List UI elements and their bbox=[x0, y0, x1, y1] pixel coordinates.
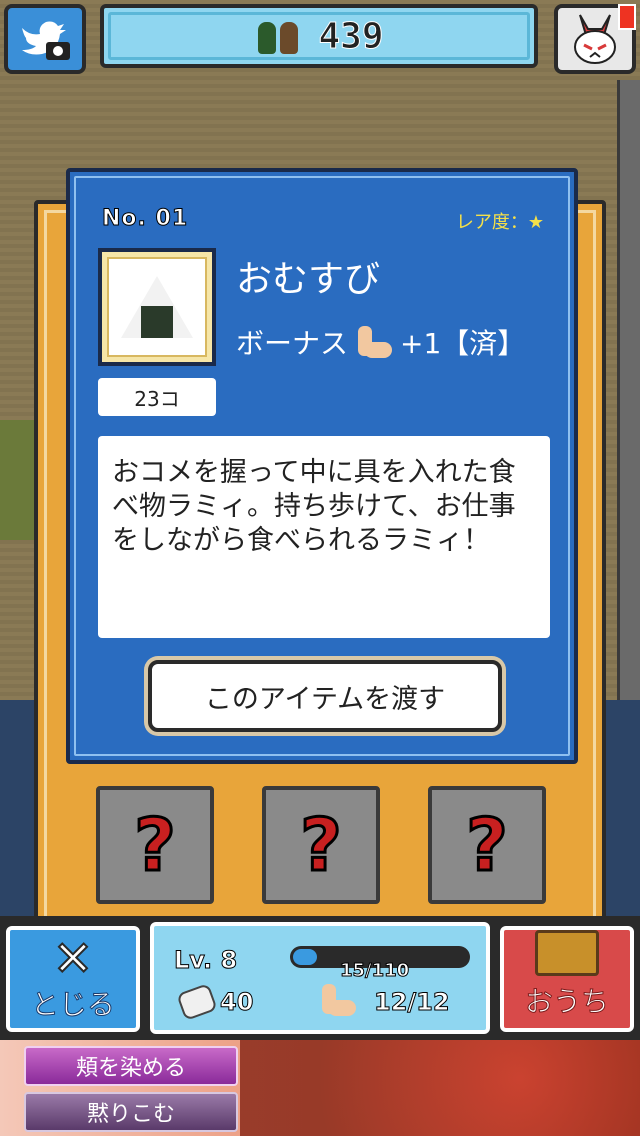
home-button[interactable]: おうち bbox=[500, 926, 634, 1032]
bonus-row: ボーナス +1【済】 bbox=[236, 322, 525, 362]
ad-choice-button-1[interactable]: 頬を染める bbox=[24, 1046, 238, 1086]
empty-slot-3[interactable]: ? bbox=[428, 786, 546, 904]
notification-badge bbox=[618, 4, 636, 30]
item-quantity: 23コ bbox=[98, 378, 216, 416]
bonus-value: +1【済】 bbox=[400, 327, 526, 360]
player-status-panel: Lv. 8 15/110 40 12/12 bbox=[150, 922, 490, 1034]
player-level: Lv. 8 bbox=[173, 946, 238, 975]
villagers-icon bbox=[254, 18, 304, 54]
close-icon: ✕ bbox=[52, 931, 94, 987]
item-number: No. 01 bbox=[101, 206, 189, 232]
empty-slot-1[interactable]: ? bbox=[96, 786, 214, 904]
muscle-arm-icon bbox=[318, 982, 358, 1018]
twitter-share-button[interactable] bbox=[4, 4, 86, 74]
ad-choice-button-2[interactable]: 黙りこむ bbox=[24, 1092, 238, 1132]
ad-banner[interactable]: 頬を染める 黙りこむ bbox=[0, 1040, 640, 1136]
xp-text: 15/110 bbox=[339, 960, 410, 982]
rarity-label: レア度：★ bbox=[455, 212, 544, 233]
close-button[interactable]: ✕ とじる bbox=[6, 926, 140, 1032]
xp-bar-fill bbox=[293, 949, 317, 965]
question-mark-icon: ? bbox=[465, 802, 510, 889]
close-label: とじる bbox=[30, 988, 115, 1022]
hand-icon bbox=[174, 984, 214, 1018]
give-item-button[interactable]: このアイテムを渡す bbox=[148, 660, 502, 732]
question-mark-icon: ? bbox=[299, 802, 344, 889]
stat-power-value: 40 bbox=[219, 988, 254, 1017]
question-mark-icon: ? bbox=[133, 802, 178, 889]
item-detail-card: No. 01 レア度：★ 23コ おむすび ボーナス +1【済】 おコメを握って… bbox=[66, 168, 578, 764]
map-wall bbox=[617, 80, 640, 700]
rabbit-mask-icon bbox=[574, 14, 616, 64]
menu-button[interactable] bbox=[554, 4, 636, 74]
item-name: おむすび bbox=[236, 259, 381, 300]
onigiri-icon bbox=[121, 276, 193, 338]
villager-counter: 439 bbox=[100, 4, 538, 68]
stat-stamina-value: 12/12 bbox=[374, 988, 451, 1017]
villager-count: 439 bbox=[318, 15, 384, 57]
twitter-camera-icon bbox=[22, 21, 70, 60]
muscle-arm-icon bbox=[354, 324, 394, 360]
ad-illustration bbox=[240, 1040, 640, 1136]
treasure-chest-icon bbox=[535, 930, 599, 976]
item-description: おコメを握って中に具を入れた食べ物ラミィ。持ち歩けて、お仕事をしながら食べられる… bbox=[98, 436, 550, 638]
bonus-label: ボーナス bbox=[236, 327, 349, 360]
home-label: おうち bbox=[524, 985, 609, 1019]
empty-slot-2[interactable]: ? bbox=[262, 786, 380, 904]
item-thumbnail bbox=[98, 248, 216, 366]
